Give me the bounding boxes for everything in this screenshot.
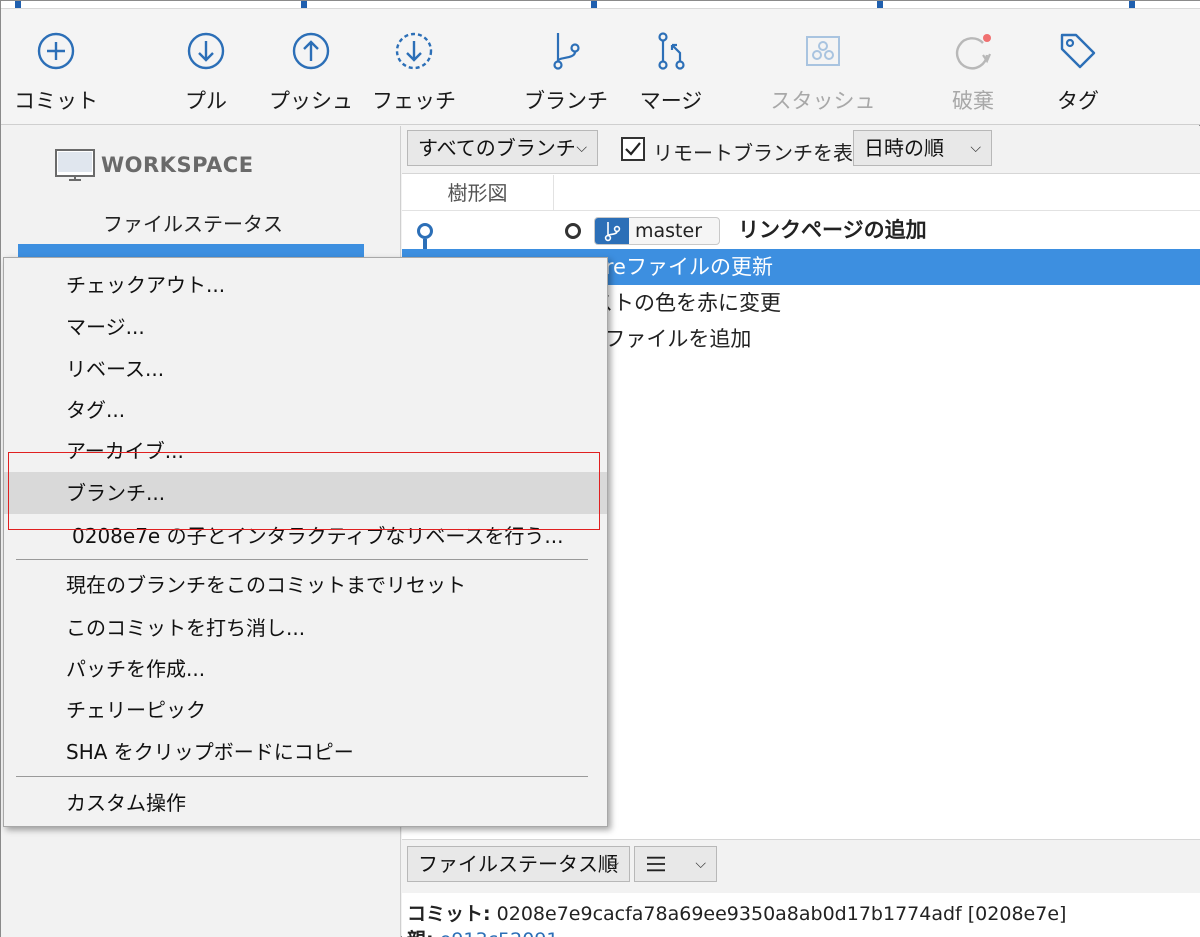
- tag-icon: [1060, 33, 1096, 69]
- arrow-down-circle-icon: [187, 32, 225, 70]
- sort-order-dropdown[interactable]: 日時の順 ⌵: [853, 130, 992, 166]
- commit-message: oreファイルの更新: [592, 255, 773, 279]
- commit-message: ストの色を赤に変更: [592, 291, 781, 315]
- tab-marker: [877, 1, 883, 8]
- discard-label: 破棄: [952, 89, 994, 113]
- toolbar: コミット プル プッシュ フェッチ ブランチ マージ スタッシュ 破棄 タグ: [1, 9, 1200, 125]
- commit-message: xファイルを追加: [592, 327, 752, 351]
- show-remote-label[interactable]: リモートブランチを表示: [653, 137, 873, 166]
- chevron-down-icon: ⌵: [695, 856, 706, 872]
- push-button[interactable]: プッシュ: [256, 31, 366, 115]
- plus-circle-icon: [37, 32, 75, 70]
- chevron-down-icon: ⌵: [608, 856, 619, 872]
- sidebar-item-history-selected[interactable]: [18, 244, 364, 258]
- menu-item-checkout[interactable]: チェックアウト...: [4, 264, 607, 306]
- branch-badge: master: [594, 217, 720, 245]
- tag-button[interactable]: タグ: [1023, 31, 1133, 115]
- commit-button[interactable]: コミット: [1, 31, 111, 115]
- chevron-down-icon: ⌵: [576, 140, 587, 156]
- menu-item-create-patch[interactable]: パッチを作成...: [4, 648, 607, 690]
- parent-line: 親: e913c52091: [407, 925, 559, 937]
- workspace-title: WORKSPACE: [101, 153, 254, 177]
- sort-order-value: 日時の順: [864, 136, 944, 160]
- head-indicator-icon: [565, 223, 581, 239]
- push-label: プッシュ: [269, 89, 353, 113]
- file-sort-dropdown[interactable]: ファイルステータス順 ⌵: [407, 846, 630, 882]
- menu-separator: [16, 776, 588, 777]
- menu-item-reverse[interactable]: このコミットを打ち消し...: [4, 607, 607, 649]
- menu-item-copy-sha[interactable]: SHA をクリップボードにコピー: [4, 731, 607, 773]
- chevron-down-icon: ⌵: [970, 140, 981, 156]
- commit-sha-label: コミット:: [407, 903, 491, 925]
- menu-item-branch[interactable]: ブランチ...: [4, 472, 607, 514]
- merge-label: マージ: [639, 89, 703, 113]
- commit-message: リンクページの追加: [738, 218, 927, 242]
- menu-item-reset[interactable]: 現在のブランチをこのコミットまでリセット: [4, 564, 607, 606]
- menu-item-archive[interactable]: アーカイブ...: [4, 430, 607, 472]
- stash-icon: [806, 36, 840, 66]
- context-menu: チェックアウト... マージ... リベース... タグ... アーカイブ...…: [3, 257, 608, 827]
- pull-label: プル: [185, 89, 227, 113]
- sidebar-item-file-status[interactable]: ファイルステータス: [103, 208, 283, 237]
- branch-button[interactable]: ブランチ: [511, 31, 621, 115]
- monitor-icon: [55, 149, 95, 181]
- graph-node: [417, 223, 433, 239]
- menu-item-merge[interactable]: マージ...: [4, 306, 607, 348]
- file-sort-value: ファイルステータス順: [418, 852, 618, 876]
- branch-icon: [604, 222, 621, 242]
- column-graph[interactable]: 樹形図: [402, 175, 554, 211]
- commit-detail: コミット: 0208e7e9cacfa78a69ee9350a8ab0d17b1…: [402, 893, 1200, 937]
- pull-button[interactable]: プル: [151, 31, 261, 115]
- menu-separator: [16, 559, 588, 560]
- tag-label: タグ: [1057, 89, 1099, 113]
- stash-label: スタッシュ: [770, 89, 876, 113]
- arrow-up-circle-icon: [292, 32, 330, 70]
- tab-marker: [591, 1, 597, 8]
- branch-icon: [553, 33, 580, 70]
- show-remote-checkbox[interactable]: [621, 137, 645, 161]
- commit-sha-value[interactable]: 0208e7e9cacfa78a69ee9350a8ab0d17b1774adf…: [497, 903, 1067, 925]
- fetch-button[interactable]: フェッチ: [359, 31, 469, 115]
- menu-item-interactive-rebase[interactable]: 0208e7e の子とインタラクティブなリベースを行う...: [4, 515, 607, 557]
- menu-item-cherry-pick[interactable]: チェリーピック: [4, 689, 607, 731]
- parent-sha-link[interactable]: e913c52091: [440, 929, 559, 937]
- branch-badge-name: master: [635, 220, 703, 242]
- branch-label: ブランチ: [524, 89, 608, 113]
- menu-item-tag[interactable]: タグ...: [4, 389, 607, 431]
- branch-filter-dropdown[interactable]: すべてのブランチ ⌵: [407, 130, 598, 166]
- tab-strip: [1, 1, 1200, 9]
- tab-marker: [1129, 1, 1135, 8]
- menu-item-rebase[interactable]: リベース...: [4, 348, 607, 390]
- merge-icon: [658, 32, 685, 70]
- arrow-down-dashed-circle-icon: [395, 32, 433, 70]
- commit-label: コミット: [14, 89, 98, 113]
- branch-badge-icon-bg: [595, 218, 629, 244]
- checkmark-icon: [625, 142, 641, 156]
- tab-marker: [301, 1, 307, 8]
- stash-button[interactable]: スタッシュ: [768, 31, 878, 115]
- discard-icon: [955, 34, 992, 70]
- merge-button[interactable]: マージ: [616, 31, 726, 115]
- list-icon: [647, 856, 665, 872]
- fetch-label: フェッチ: [372, 89, 456, 113]
- view-mode-dropdown[interactable]: ⌵: [634, 846, 717, 882]
- tab-marker: [15, 1, 21, 8]
- parent-label: 親:: [407, 929, 434, 937]
- commit-sha-line: コミット: 0208e7e9cacfa78a69ee9350a8ab0d17b1…: [407, 899, 1066, 926]
- menu-item-custom-actions[interactable]: カスタム操作: [4, 782, 607, 824]
- branch-filter-value: すべてのブランチ: [418, 136, 576, 160]
- discard-button[interactable]: 破棄: [918, 31, 1028, 115]
- history-column-header: 樹形図: [402, 175, 1200, 211]
